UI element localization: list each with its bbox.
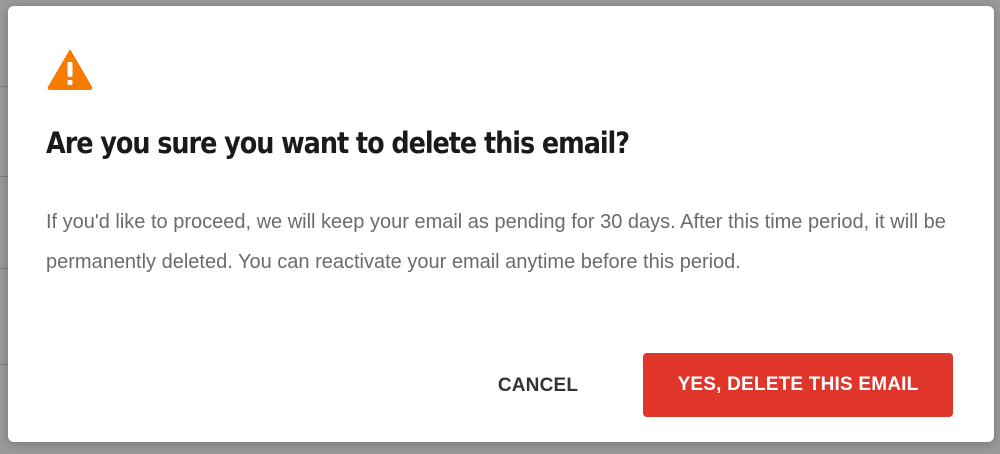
background-divider: [0, 86, 8, 87]
background-divider: [0, 364, 8, 365]
cancel-button[interactable]: CANCEL: [478, 354, 598, 418]
dialog-title: Are you sure you want to delete this ema…: [46, 126, 630, 160]
background-divider: [0, 176, 8, 177]
background-divider: [0, 268, 8, 269]
warning-icon: [47, 50, 93, 90]
confirm-delete-button[interactable]: YES, DELETE THIS EMAIL: [643, 353, 953, 417]
dialog-message: If you'd like to proceed, we will keep y…: [46, 211, 946, 273]
delete-email-confirm-dialog: Are you sure you want to delete this ema…: [8, 6, 994, 442]
